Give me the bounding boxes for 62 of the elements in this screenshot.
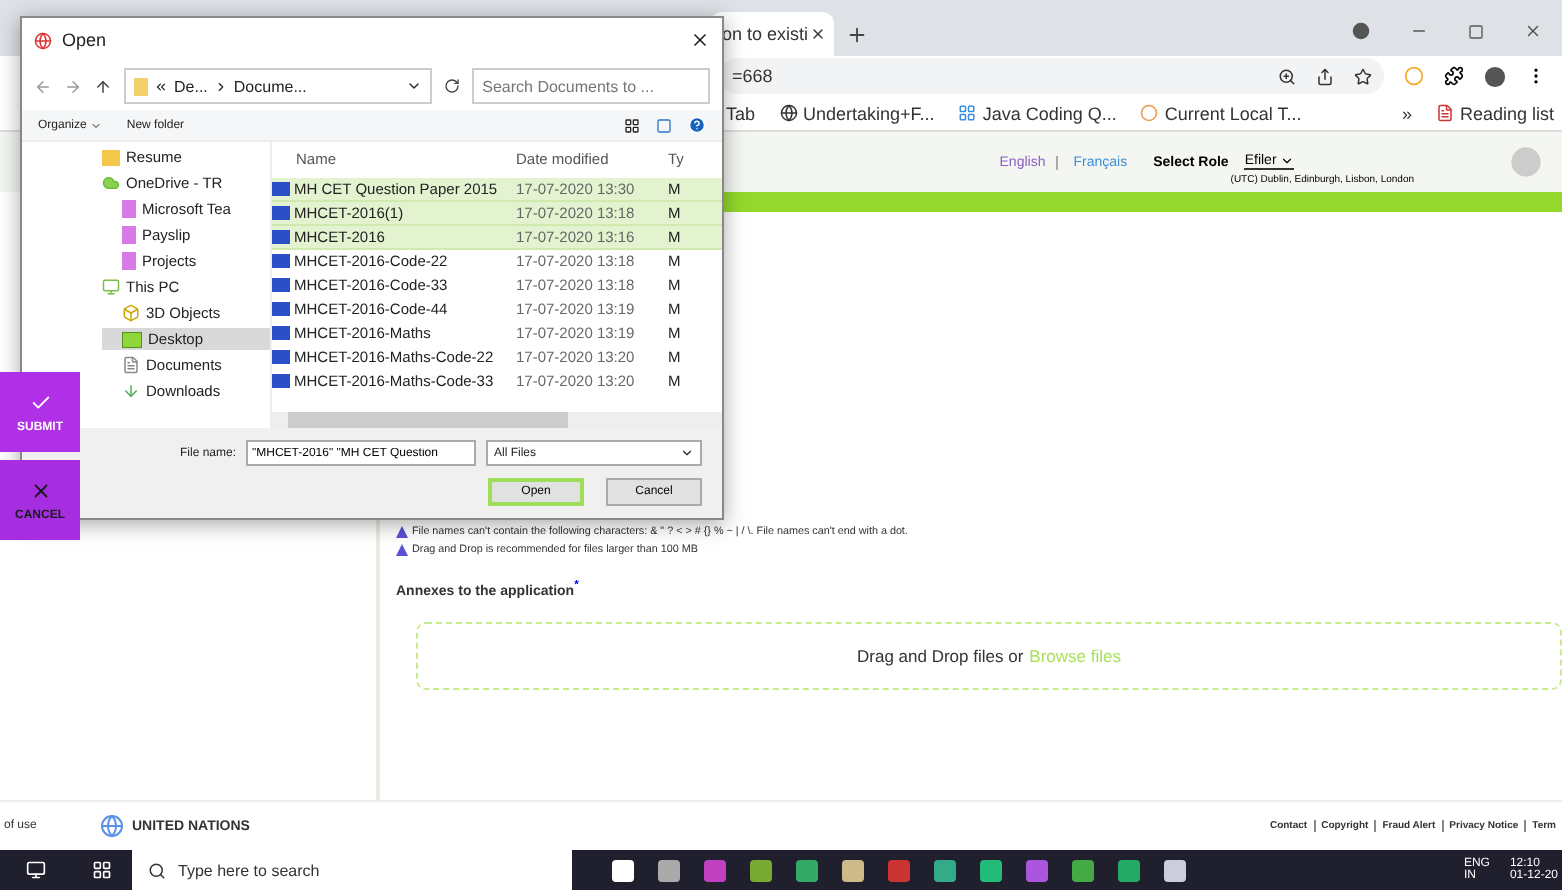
back-icon[interactable] xyxy=(34,77,52,95)
grid-icon xyxy=(958,104,977,122)
folder-icon xyxy=(134,77,148,95)
profile-icon xyxy=(1352,22,1370,40)
forward-icon[interactable] xyxy=(64,77,82,95)
cloud-icon xyxy=(102,174,120,192)
chevron-icon xyxy=(213,79,228,93)
reading-list[interactable]: Reading list xyxy=(1435,103,1554,123)
search-field[interactable]: Type here to search xyxy=(132,850,572,890)
desktop-icon xyxy=(122,331,142,347)
start-icon[interactable] xyxy=(92,860,112,880)
close-icon[interactable] xyxy=(690,30,710,50)
path-bar[interactable]: De... Docume... xyxy=(124,68,433,104)
bookmark[interactable]: Java Coding Q... xyxy=(958,103,1117,123)
bookmark[interactable]: Current Local T... xyxy=(1140,103,1302,123)
puzzle-icon[interactable] xyxy=(1444,66,1464,86)
help-icon[interactable] xyxy=(688,116,706,134)
folder-icon xyxy=(102,149,120,165)
app-icon[interactable] xyxy=(980,859,1002,881)
chevrons-icon xyxy=(154,79,168,93)
dropdown-icon xyxy=(406,78,423,94)
more-bookmarks[interactable]: » xyxy=(1401,103,1412,123)
dropdown-icon xyxy=(680,446,694,460)
drop-zone[interactable]: Drag and Drop files or Browse files xyxy=(416,622,1562,691)
app-icon[interactable] xyxy=(934,859,956,881)
close-icon[interactable] xyxy=(810,26,826,42)
chevron-icon xyxy=(1280,154,1295,168)
dialog-title: Open xyxy=(62,30,109,50)
check-icon xyxy=(29,391,51,413)
zoom-icon xyxy=(1278,67,1296,85)
app-icon[interactable] xyxy=(612,859,634,881)
app-icon[interactable] xyxy=(1164,859,1186,881)
download-icon xyxy=(122,382,140,400)
refresh-icon[interactable] xyxy=(444,78,461,94)
circle-icon xyxy=(1140,104,1159,122)
close-icon xyxy=(29,479,51,501)
list-icon xyxy=(1435,104,1454,122)
document-icon xyxy=(122,356,140,374)
emblem-icon xyxy=(100,814,124,838)
app-icon[interactable] xyxy=(750,859,772,881)
new-tab-icon[interactable] xyxy=(846,24,868,46)
cube-icon xyxy=(122,304,140,322)
bookmark[interactable]: Tab xyxy=(726,103,756,123)
share-icon xyxy=(1316,67,1334,85)
desktop-icon[interactable] xyxy=(26,860,46,880)
globe-icon xyxy=(779,104,798,122)
avatar-icon xyxy=(1510,146,1542,178)
app-icon[interactable] xyxy=(842,859,864,881)
search-icon xyxy=(148,861,166,879)
address-bar[interactable]: =668 xyxy=(720,58,1384,94)
star-icon xyxy=(1354,67,1372,85)
app-icon xyxy=(34,31,52,49)
search-field[interactable]: Search Documents to ... xyxy=(472,68,710,104)
up-icon[interactable] xyxy=(94,77,112,95)
view-icon[interactable] xyxy=(624,117,640,133)
avatar-icon[interactable] xyxy=(1484,65,1506,87)
bookmark[interactable]: Undertaking+F... xyxy=(779,103,935,123)
app-icon[interactable] xyxy=(658,859,680,881)
pane-icon[interactable] xyxy=(656,117,672,133)
maximize-icon[interactable] xyxy=(1468,23,1484,39)
computer-icon xyxy=(102,278,120,296)
caret-icon xyxy=(90,119,103,131)
